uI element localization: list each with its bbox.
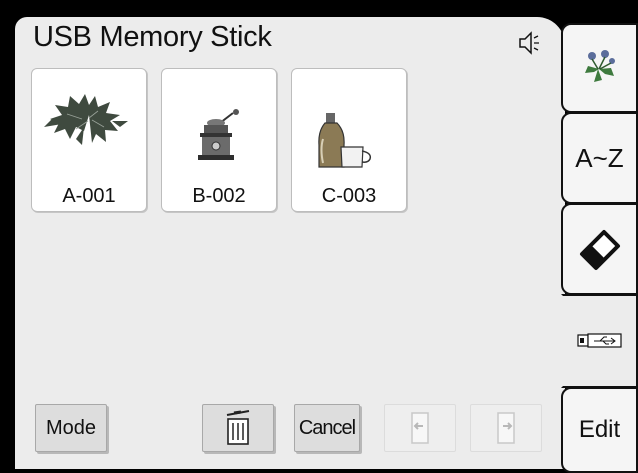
cancel-button-label: Cancel xyxy=(298,416,356,439)
flower-icon xyxy=(584,50,615,82)
edit-tab[interactable]: Edit xyxy=(561,387,638,473)
mode-button[interactable]: Mode xyxy=(35,404,107,452)
screen: USB Memory Stick A-001 B-002 C-003 Mode … xyxy=(0,0,638,473)
cancel-button[interactable]: Cancel xyxy=(294,404,360,452)
file-label: A-001 xyxy=(62,185,116,207)
trash-icon xyxy=(226,410,250,445)
mode-button-label: Mode xyxy=(45,416,97,439)
letters-tab[interactable]: A~Z xyxy=(561,112,638,204)
delete-button[interactable] xyxy=(202,404,274,452)
eraser-tab[interactable] xyxy=(561,203,638,295)
file-tile[interactable]: B-002 xyxy=(161,68,277,212)
file-label: C-003 xyxy=(321,185,377,207)
page-prev-icon xyxy=(411,412,429,444)
usb-icon xyxy=(576,333,622,348)
file-tile[interactable]: C-003 xyxy=(291,68,407,212)
prev-page-button[interactable] xyxy=(384,404,456,452)
bottle-cup-embroidery-icon xyxy=(318,113,372,168)
poinsettia-embroidery-icon xyxy=(44,94,128,145)
coffee-grinder-embroidery-icon xyxy=(198,109,239,160)
file-tile[interactable]: A-001 xyxy=(31,68,147,212)
next-page-button[interactable] xyxy=(470,404,542,452)
page-next-icon xyxy=(497,412,515,444)
edit-tab-label: Edit xyxy=(578,416,621,443)
page-title: USB Memory Stick xyxy=(33,21,272,53)
flower-design-tab[interactable] xyxy=(561,23,638,113)
file-label: B-002 xyxy=(192,185,246,207)
usb-tab[interactable] xyxy=(561,294,638,388)
letters-tab-label: A~Z xyxy=(575,142,624,173)
eraser-icon xyxy=(579,230,620,270)
speaker-icon[interactable] xyxy=(518,30,540,56)
usb-file-panel: USB Memory Stick A-001 B-002 C-003 Mode … xyxy=(15,17,565,469)
